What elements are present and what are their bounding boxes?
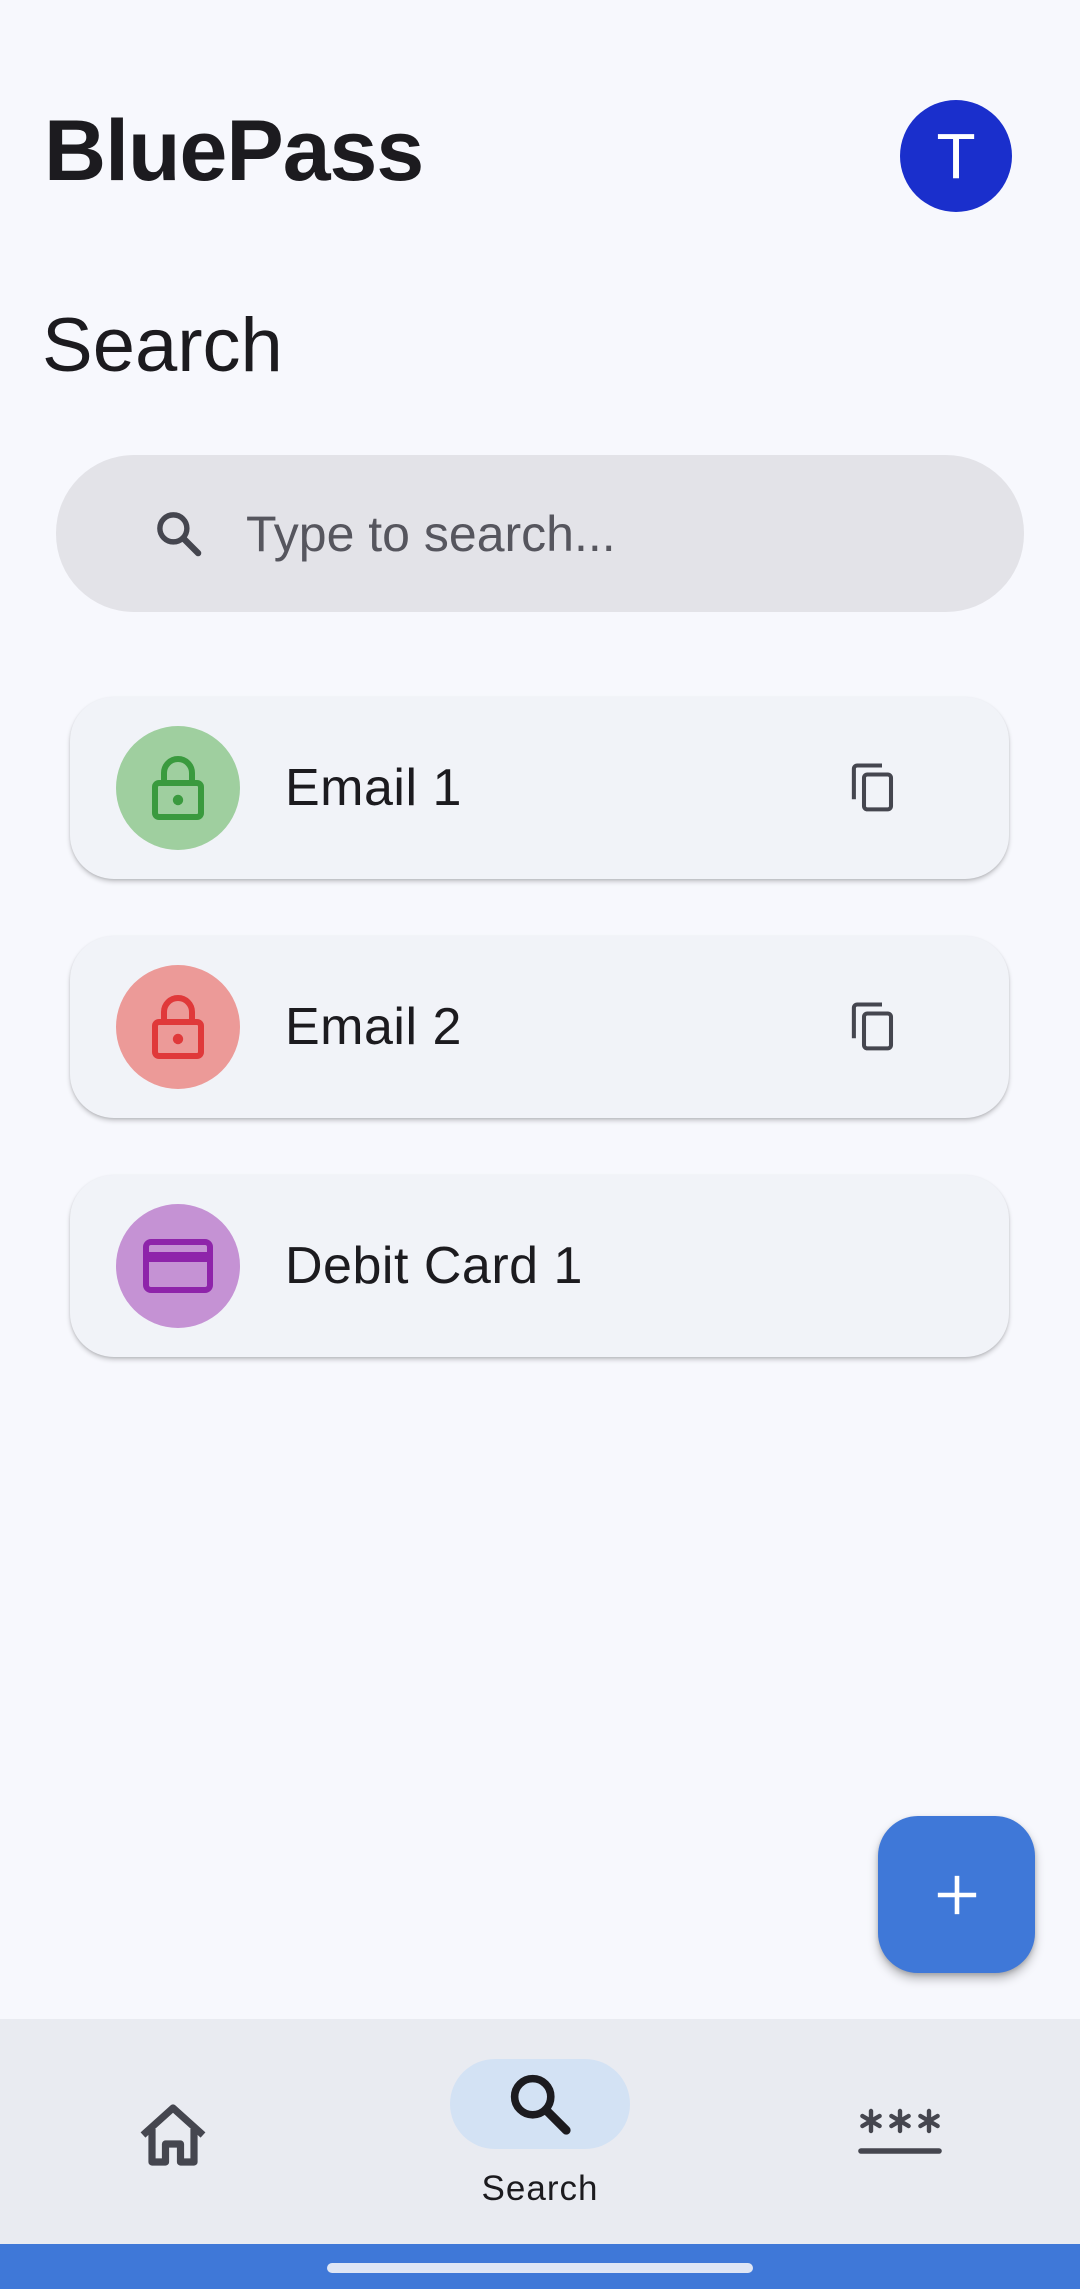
copy-button[interactable] xyxy=(838,753,908,823)
screen: BluePass T Search Email 1 xyxy=(0,0,1080,2289)
credit-card-icon xyxy=(143,1239,213,1293)
entry-label: Email 2 xyxy=(285,998,462,1056)
bottom-nav: Search xyxy=(0,2019,1080,2244)
list-item-email-2[interactable]: Email 2 xyxy=(70,936,1009,1118)
lock-icon xyxy=(152,756,204,820)
copy-icon xyxy=(851,763,894,812)
list-item-email-1[interactable]: Email 1 xyxy=(70,697,1009,879)
nav-passwords[interactable] xyxy=(845,2019,955,2244)
home-indicator[interactable] xyxy=(327,2263,753,2273)
app-title: BluePass xyxy=(44,103,424,199)
search-icon xyxy=(510,2074,571,2135)
home-icon xyxy=(140,2104,206,2166)
entry-badge xyxy=(116,1204,240,1328)
copy-icon xyxy=(851,1002,894,1051)
nav-search[interactable]: Search xyxy=(440,2019,640,2244)
list-item-debit-card-1[interactable]: Debit Card 1 xyxy=(70,1175,1009,1357)
lock-icon xyxy=(152,995,204,1059)
entry-badge xyxy=(116,965,240,1089)
add-entry-button[interactable] xyxy=(878,1816,1035,1973)
system-navigation-bar xyxy=(0,2244,1080,2289)
entry-label: Email 1 xyxy=(285,759,462,817)
nav-active-indicator xyxy=(450,2059,630,2149)
plus-icon xyxy=(937,1875,976,1914)
search-icon xyxy=(157,511,202,556)
copy-button[interactable] xyxy=(838,992,908,1062)
entry-label: Debit Card 1 xyxy=(285,1237,583,1295)
page-title: Search xyxy=(42,303,283,388)
search-input[interactable] xyxy=(246,455,986,612)
search-bar[interactable] xyxy=(56,455,1024,612)
nav-search-label: Search xyxy=(481,2169,599,2208)
entry-badge xyxy=(116,726,240,850)
avatar[interactable]: T xyxy=(900,100,1012,212)
avatar-initial: T xyxy=(936,120,976,192)
password-icon xyxy=(858,2108,942,2154)
nav-home[interactable] xyxy=(120,2019,240,2244)
